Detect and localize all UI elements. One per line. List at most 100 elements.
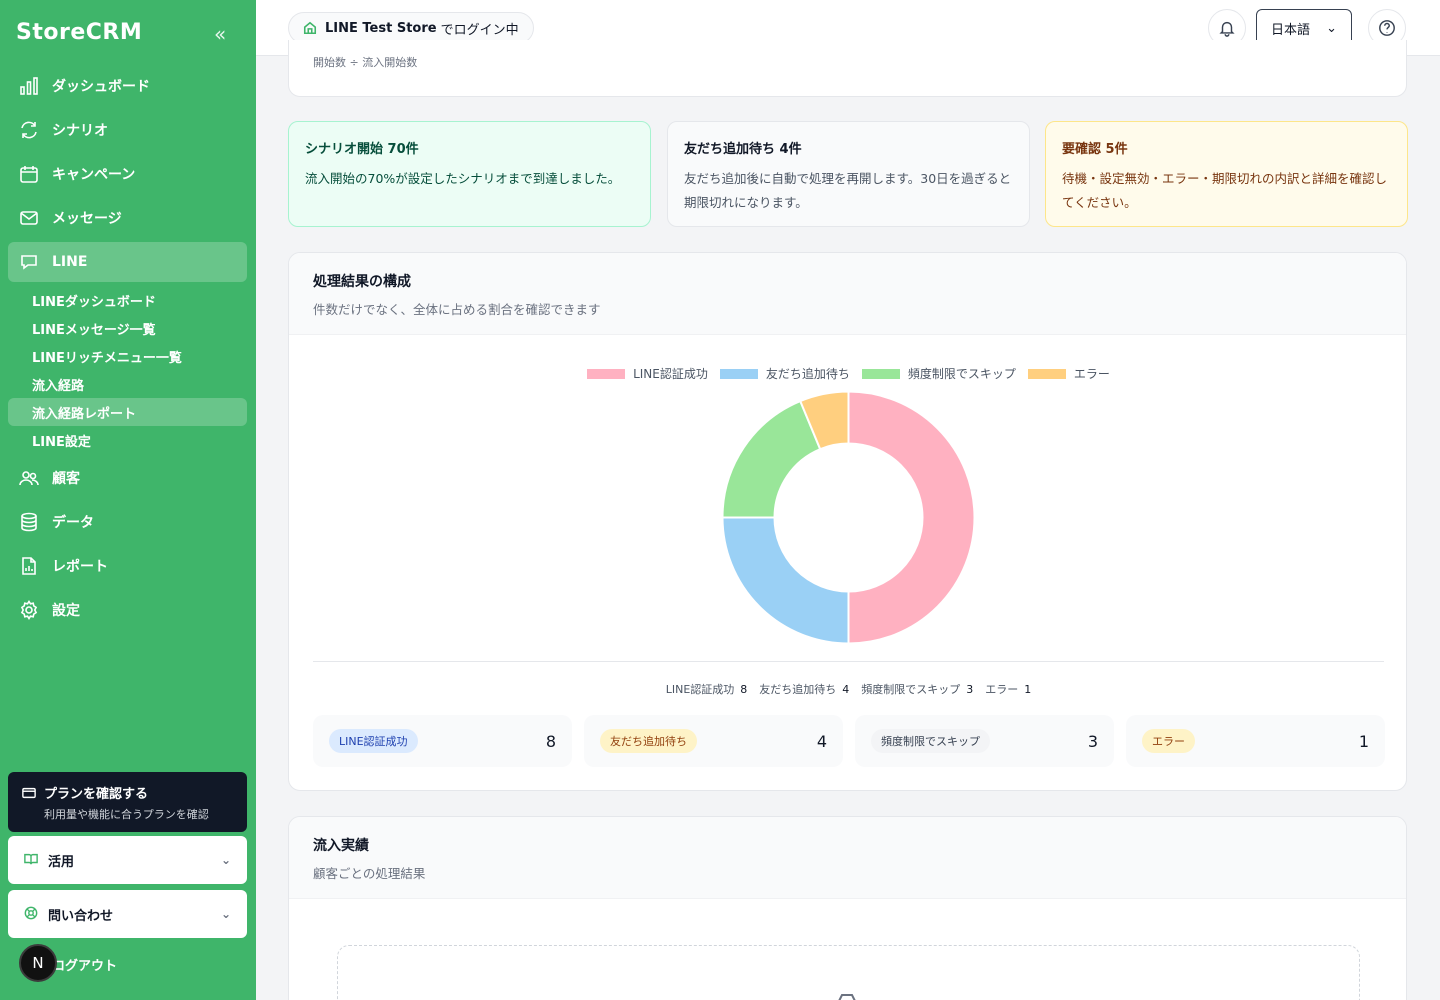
- store-name: LINE Test Store: [325, 20, 437, 36]
- donut-slice[interactable]: [721, 516, 850, 645]
- status-badge: LINE認証成功: [329, 729, 418, 753]
- summary-item: エラー 1: [985, 681, 1031, 697]
- chevron-down-icon: ⌄: [1326, 20, 1337, 36]
- contact-accordion[interactable]: 問い合わせ ⌄: [8, 890, 247, 938]
- legend-label: 頻度制限でスキップ: [907, 367, 1016, 381]
- sidebar: StoreCRM « ダッシュボード シナリオ キャンペーン メッセージ LIN…: [0, 0, 256, 1000]
- result-tile: エラー 1: [1126, 715, 1385, 767]
- legend-swatch: [1027, 368, 1066, 379]
- logout-button[interactable]: ログアウト: [52, 955, 117, 974]
- refresh-icon: [18, 119, 40, 141]
- legend-label: エラー: [1073, 367, 1110, 381]
- chart-summary: LINE認証成功 8 友だち追加待ち 4 頻度制限でスキップ 3 エラー 1: [289, 681, 1406, 697]
- friend-wait-callout: 友だち追加待ち 4件 友だち追加後に自動で処理を再開します。30日を過ぎると期限…: [667, 121, 1030, 227]
- sidebar-item-label: キャンペーン: [52, 167, 136, 183]
- sidebar-item-label: データ: [52, 515, 94, 531]
- card-header: 処理結果の構成 件数だけでなく、全体に占める割合を確認できます: [289, 253, 1406, 335]
- scenario-start-callout: シナリオ開始 70件 流入開始の70%が設定したシナリオまで到達しました。: [288, 121, 651, 227]
- credit-card-icon: [22, 787, 36, 798]
- card-title: 処理結果の構成: [313, 274, 411, 290]
- legend-swatch: [719, 368, 758, 379]
- inflow-results-card: 流入実績 顧客ごとの処理結果: [288, 816, 1407, 1000]
- donut-slice[interactable]: [721, 399, 822, 519]
- sidebar-item-label: メッセージ: [52, 211, 122, 227]
- legend-label: 友だち追加待ち: [765, 367, 850, 381]
- bar-chart-icon: [18, 75, 40, 97]
- result-tile: LINE認証成功 8: [313, 715, 572, 767]
- contact-label: 問い合わせ: [48, 908, 114, 924]
- summary-value: 1: [1024, 683, 1032, 696]
- callout-body: 流入開始の70%が設定したシナリオまで到達しました。: [305, 171, 621, 186]
- sidebar-subitem-inflow-report[interactable]: 流入経路レポート: [8, 398, 247, 426]
- status-badge: エラー: [1142, 729, 1195, 753]
- chevron-down-icon: ⌄: [220, 907, 231, 921]
- sidebar-subitem-line-messages[interactable]: LINEメッセージ一覧: [8, 314, 247, 342]
- sidebar-item-scenario[interactable]: シナリオ: [8, 110, 247, 150]
- summary-item: LINE認証成功 8: [666, 681, 748, 697]
- callout-title: シナリオ開始 70件: [305, 142, 419, 157]
- status-badge: 頻度制限でスキップ: [871, 729, 990, 753]
- users-icon: [18, 467, 40, 489]
- donut-slice[interactable]: [847, 390, 976, 645]
- plan-title: プランを確認する: [22, 783, 233, 802]
- sidebar-item-line[interactable]: LINE: [8, 242, 247, 282]
- legend-item[interactable]: LINE認証成功: [587, 365, 708, 382]
- bell-icon: [1219, 21, 1235, 37]
- box-icon: [838, 994, 856, 1000]
- sidebar-subitem-inflow-route[interactable]: 流入経路: [8, 370, 247, 398]
- summary-value: 3: [966, 683, 974, 696]
- gear-icon: [18, 599, 40, 621]
- card-subtitle: 件数だけでなく、全体に占める割合を確認できます: [313, 302, 601, 317]
- plan-check-button[interactable]: プランを確認する 利用量や機能に合うプランを確認: [8, 772, 247, 832]
- sidebar-item-reports[interactable]: レポート: [8, 546, 247, 586]
- chart-legend: LINE認証成功 友だち追加待ち 頻度制限でスキップ エラー: [289, 365, 1406, 382]
- conversion-formula: 開始数 ÷ 流入開始数: [313, 56, 418, 69]
- home-icon: [303, 21, 317, 35]
- chat-icon: [18, 251, 40, 273]
- card-subtitle: 顧客ごとの処理結果: [313, 866, 426, 881]
- result-tile: 友だち追加待ち 4: [584, 715, 843, 767]
- avatar[interactable]: N: [19, 944, 57, 982]
- sidebar-item-settings[interactable]: 設定: [8, 590, 247, 630]
- usage-accordion[interactable]: 活用 ⌄: [8, 836, 247, 884]
- tile-count: 8: [545, 731, 556, 751]
- card-header: 流入実績 顧客ごとの処理結果: [289, 817, 1406, 899]
- sidebar-subitem-line-richmenu[interactable]: LINEリッチメニュー一覧: [8, 342, 247, 370]
- tile-count: 3: [1087, 731, 1098, 751]
- brand-logo[interactable]: StoreCRM: [16, 20, 142, 45]
- sidebar-item-customers[interactable]: 顧客: [8, 458, 247, 498]
- summary-value: 8: [740, 683, 748, 696]
- plan-subtitle: 利用量や機能に合うプランを確認: [44, 808, 209, 821]
- sidebar-item-message[interactable]: メッセージ: [8, 198, 247, 238]
- summary-label: LINE認証成功: [665, 683, 735, 696]
- legend-item[interactable]: 友だち追加待ち: [719, 365, 850, 382]
- summary-item: 頻度制限でスキップ 3: [861, 681, 973, 697]
- legend-item[interactable]: エラー: [1027, 365, 1110, 382]
- summary-label: 友だち追加待ち: [759, 683, 837, 696]
- sidebar-item-campaign[interactable]: キャンペーン: [8, 154, 247, 194]
- file-report-icon: [18, 555, 40, 577]
- plan-title-text: プランを確認する: [44, 787, 149, 802]
- conversion-card: 開始数 ÷ 流入開始数: [288, 40, 1407, 97]
- support-icon: [24, 906, 40, 922]
- tile-count: 1: [1358, 731, 1369, 751]
- sidebar-item-label: 顧客: [52, 471, 80, 487]
- collapse-sidebar-icon[interactable]: «: [214, 22, 226, 46]
- donut-chart: [721, 390, 976, 645]
- chevron-down-icon: ⌄: [220, 853, 231, 867]
- legend-swatch: [861, 368, 900, 379]
- help-icon: [1379, 20, 1395, 36]
- legend-item[interactable]: 頻度制限でスキップ: [861, 365, 1016, 382]
- sidebar-subitem-line-settings[interactable]: LINE設定: [8, 426, 247, 454]
- book-icon: [24, 852, 40, 868]
- sidebar-item-dashboard[interactable]: ダッシュボード: [8, 66, 247, 106]
- callout-body: 友だち追加後に自動で処理を再開します。30日を過ぎると期限切れになります。: [684, 171, 1012, 210]
- sidebar-item-data[interactable]: データ: [8, 502, 247, 542]
- tile-count: 4: [816, 731, 827, 751]
- result-tile: 頻度制限でスキップ 3: [855, 715, 1114, 767]
- sidebar-nav: ダッシュボード シナリオ キャンペーン メッセージ LINE LINEダッシュボ…: [8, 66, 247, 634]
- database-icon: [18, 511, 40, 533]
- summary-item: 友だち追加待ち 4: [759, 681, 849, 697]
- sidebar-item-label: LINE: [52, 254, 88, 270]
- sidebar-subitem-line-dashboard[interactable]: LINEダッシュボード: [8, 286, 247, 314]
